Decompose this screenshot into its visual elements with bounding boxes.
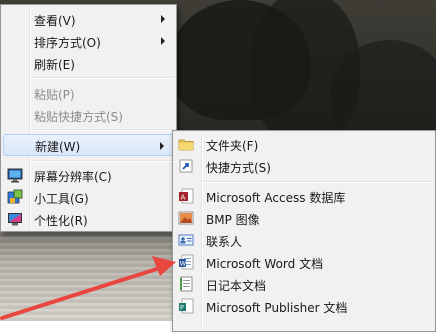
submenu-item-word-document[interactable]: W Microsoft Word 文档 (175, 251, 433, 273)
menu-item-refresh[interactable]: 刷新(E) (3, 52, 174, 74)
access-icon: A (179, 188, 194, 204)
publisher-icon: P (179, 298, 194, 314)
menu-separator (31, 77, 174, 79)
menu-item-label: 日记本文档 (206, 279, 267, 293)
menu-item-label: Microsoft Word 文档 (206, 257, 324, 271)
menu-item-label: BMP 图像 (206, 213, 260, 227)
svg-text:W: W (180, 260, 187, 268)
menu-item-label: 粘贴(P) (34, 88, 75, 102)
menu-item-label: 小工具(G) (34, 192, 89, 206)
journal-icon (180, 276, 193, 292)
menu-item-paste-shortcut[interactable]: 粘贴快捷方式(S) (3, 104, 174, 126)
bmp-image-icon (178, 211, 194, 225)
menu-item-label: Microsoft Access 数据库 (206, 191, 346, 205)
menu-item-label: 刷新(E) (34, 58, 75, 72)
menu-item-new[interactable]: 新建(W) (3, 134, 174, 156)
shortcut-icon (179, 159, 193, 173)
menu-item-label: 屏幕分辨率(C) (34, 170, 112, 184)
menu-item-label: 个性化(R) (34, 214, 88, 228)
submenu-arrow-icon (161, 37, 165, 45)
menu-item-paste[interactable]: 粘贴(P) (3, 82, 174, 104)
submenu-item-journal-document[interactable]: 日记本文档 (175, 273, 433, 295)
menu-item-sort-by[interactable]: 排序方式(O) (3, 30, 174, 52)
submenu-item-publisher-document[interactable]: P Microsoft Publisher 文档 (175, 295, 433, 317)
submenu-item-folder[interactable]: 文件夹(F) (175, 133, 433, 155)
svg-text:P: P (180, 304, 184, 312)
menu-item-label: 查看(V) (34, 14, 76, 28)
menu-item-screen-resolution[interactable]: 屏幕分辨率(C) (3, 164, 174, 186)
submenu-item-access-database[interactable]: A Microsoft Access 数据库 (175, 185, 433, 207)
submenu-arrow-icon (161, 15, 165, 23)
menu-item-label: 新建(W) (35, 140, 81, 154)
gadgets-icon (7, 189, 23, 204)
new-submenu: 文件夹(F) 快捷方式(S) A Microsoft Access 数据库 BM… (172, 130, 436, 332)
menu-item-view[interactable]: 查看(V) (3, 8, 174, 30)
menu-item-label: 快捷方式(S) (206, 161, 271, 175)
screen-resolution-icon (7, 168, 23, 183)
submenu-item-shortcut[interactable]: 快捷方式(S) (175, 155, 433, 177)
menu-item-label: 排序方式(O) (34, 36, 101, 50)
menu-separator (31, 129, 174, 131)
submenu-item-bmp-image[interactable]: BMP 图像 (175, 207, 433, 229)
desktop-context-menu: 查看(V) 排序方式(O) 刷新(E) 粘贴(P) 粘贴快捷方式(S) 新建(W… (0, 4, 177, 232)
svg-text:A: A (181, 194, 186, 202)
menu-item-gadgets[interactable]: 小工具(G) (3, 186, 174, 208)
menu-item-label: 粘贴快捷方式(S) (34, 110, 123, 124)
menu-item-label: 文件夹(F) (206, 139, 259, 153)
contact-icon (178, 234, 194, 246)
menu-item-personalize[interactable]: 个性化(R) (3, 208, 174, 230)
personalize-icon (8, 213, 22, 226)
menu-separator (203, 181, 433, 183)
folder-icon (178, 139, 194, 151)
submenu-item-contact[interactable]: 联系人 (175, 229, 433, 251)
menu-item-label: Microsoft Publisher 文档 (206, 301, 348, 315)
menu-separator (31, 160, 174, 162)
word-icon: W (179, 254, 194, 270)
menu-item-label: 联系人 (206, 235, 243, 249)
submenu-arrow-icon (160, 142, 164, 150)
